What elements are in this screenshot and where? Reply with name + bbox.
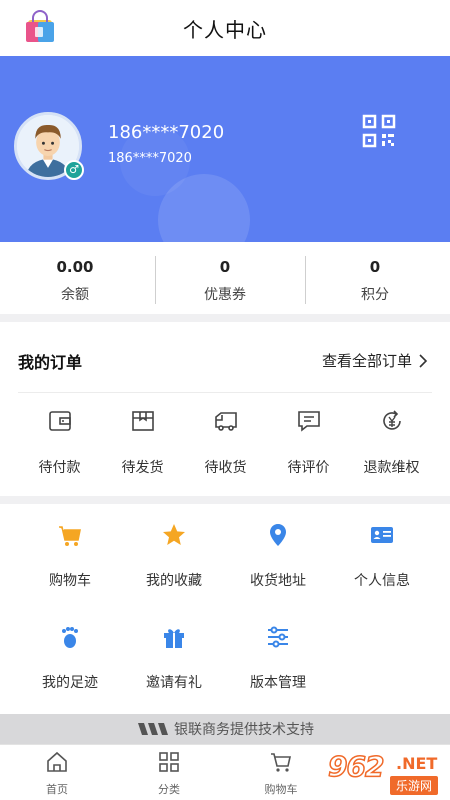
sliders-icon (268, 626, 288, 648)
user-phone-secondary: 186****7020 (108, 151, 192, 166)
grid-icon (159, 752, 179, 772)
tool-label: 我的收藏 (146, 573, 202, 589)
order-status-label: 退款维权 (363, 460, 420, 476)
watermark-number: 962 (327, 749, 385, 784)
footprint-icon (62, 627, 78, 648)
watermark-net: .NET (396, 754, 438, 773)
tool-personal-info[interactable]: 个人信息 (330, 522, 434, 590)
tool-label: 收货地址 (250, 573, 306, 589)
tab-home[interactable]: 首页 (17, 751, 97, 797)
chevron-right-icon (419, 353, 428, 368)
order-status-label: 待发货 (121, 460, 164, 476)
cart-icon (271, 753, 291, 772)
unionpay-logo-icon (138, 723, 168, 735)
stat-label: 积分 (361, 287, 389, 303)
tool-version[interactable]: 版本管理 (226, 624, 330, 692)
stat-value: 0 (369, 258, 381, 276)
orders-section: 我的订单 查看全部订单 待付款 待发货 待收货 待评价 退款维权 (0, 322, 450, 496)
order-pending-payment[interactable]: 待付款 (18, 408, 101, 477)
truck-icon (214, 412, 237, 431)
order-pending-shipment[interactable]: 待发货 (101, 408, 184, 477)
tech-support-text: 银联商务提供技术支持 (174, 722, 314, 738)
divider (18, 392, 432, 393)
order-status-label: 待收货 (204, 460, 247, 476)
comment-icon (297, 411, 320, 432)
stat-points[interactable]: 0 积分 (300, 242, 450, 314)
account-stats: 0.00 余额 0 优惠券 0 积分 (0, 242, 450, 314)
tab-category[interactable]: 分类 (129, 751, 209, 797)
id-card-icon (371, 527, 393, 543)
wallet-icon (48, 411, 71, 431)
male-gender-icon: ♂ (64, 160, 84, 180)
tab-cart[interactable]: 购物车 (241, 751, 321, 797)
order-status-row: 待付款 待发货 待收货 待评价 退款维权 (0, 408, 450, 477)
gift-icon (164, 629, 184, 648)
tool-label: 我的足迹 (42, 675, 98, 691)
tool-label: 邀请有礼 (146, 675, 202, 691)
tab-label: 首页 (46, 783, 68, 796)
tab-label: 分类 (158, 783, 180, 796)
stat-label: 优惠券 (204, 287, 246, 303)
home-icon (47, 751, 67, 772)
order-refund[interactable]: 退款维权 (350, 408, 433, 477)
user-phone: 186****7020 (108, 122, 225, 143)
shopping-bag-logo-icon (26, 10, 54, 42)
tool-favorites[interactable]: 我的收藏 (122, 522, 226, 590)
page-title: 个人中心 (183, 17, 267, 42)
cart-icon (59, 526, 81, 546)
tools-grid: 购物车 我的收藏 收货地址 个人信息 我的足迹 邀请有礼 版本管理 (0, 504, 450, 714)
tool-cart[interactable]: 购物车 (18, 522, 122, 590)
stat-coupons[interactable]: 0 优惠券 (150, 242, 300, 314)
tool-invite[interactable]: 邀请有礼 (122, 624, 226, 692)
order-pending-review[interactable]: 待评价 (267, 408, 350, 477)
stat-value: 0 (219, 258, 231, 276)
tool-footprints[interactable]: 我的足迹 (18, 624, 122, 692)
refund-icon (382, 410, 401, 430)
tool-label: 个人信息 (354, 573, 410, 589)
tech-support-banner: 银联商务提供技术支持 (0, 714, 450, 744)
tool-address[interactable]: 收货地址 (226, 522, 330, 590)
view-all-orders-link[interactable]: 查看全部订单 (322, 350, 428, 371)
top-bar: 个人中心 (0, 0, 450, 56)
stat-label: 余额 (61, 287, 89, 303)
orders-title: 我的订单 (18, 353, 83, 372)
tab-label: 购物车 (264, 783, 298, 796)
qr-code-icon[interactable] (362, 114, 396, 148)
site-watermark: 962 .NET 乐游网 (318, 748, 450, 800)
profile-banner: ♂ 186****7020 186****7020 (0, 56, 450, 242)
box-icon (131, 411, 154, 431)
stat-value: 0.00 (56, 258, 94, 276)
star-icon (163, 524, 185, 545)
watermark-site-name: 乐游网 (390, 776, 439, 795)
tool-label: 版本管理 (250, 675, 306, 691)
order-status-label: 待付款 (38, 460, 81, 476)
order-status-label: 待评价 (287, 460, 330, 476)
view-all-orders-label: 查看全部订单 (321, 352, 412, 370)
location-icon (270, 524, 286, 546)
stat-balance[interactable]: 0.00 余额 (0, 242, 150, 314)
tool-label: 购物车 (49, 573, 91, 589)
order-pending-receipt[interactable]: 待收货 (184, 408, 267, 477)
